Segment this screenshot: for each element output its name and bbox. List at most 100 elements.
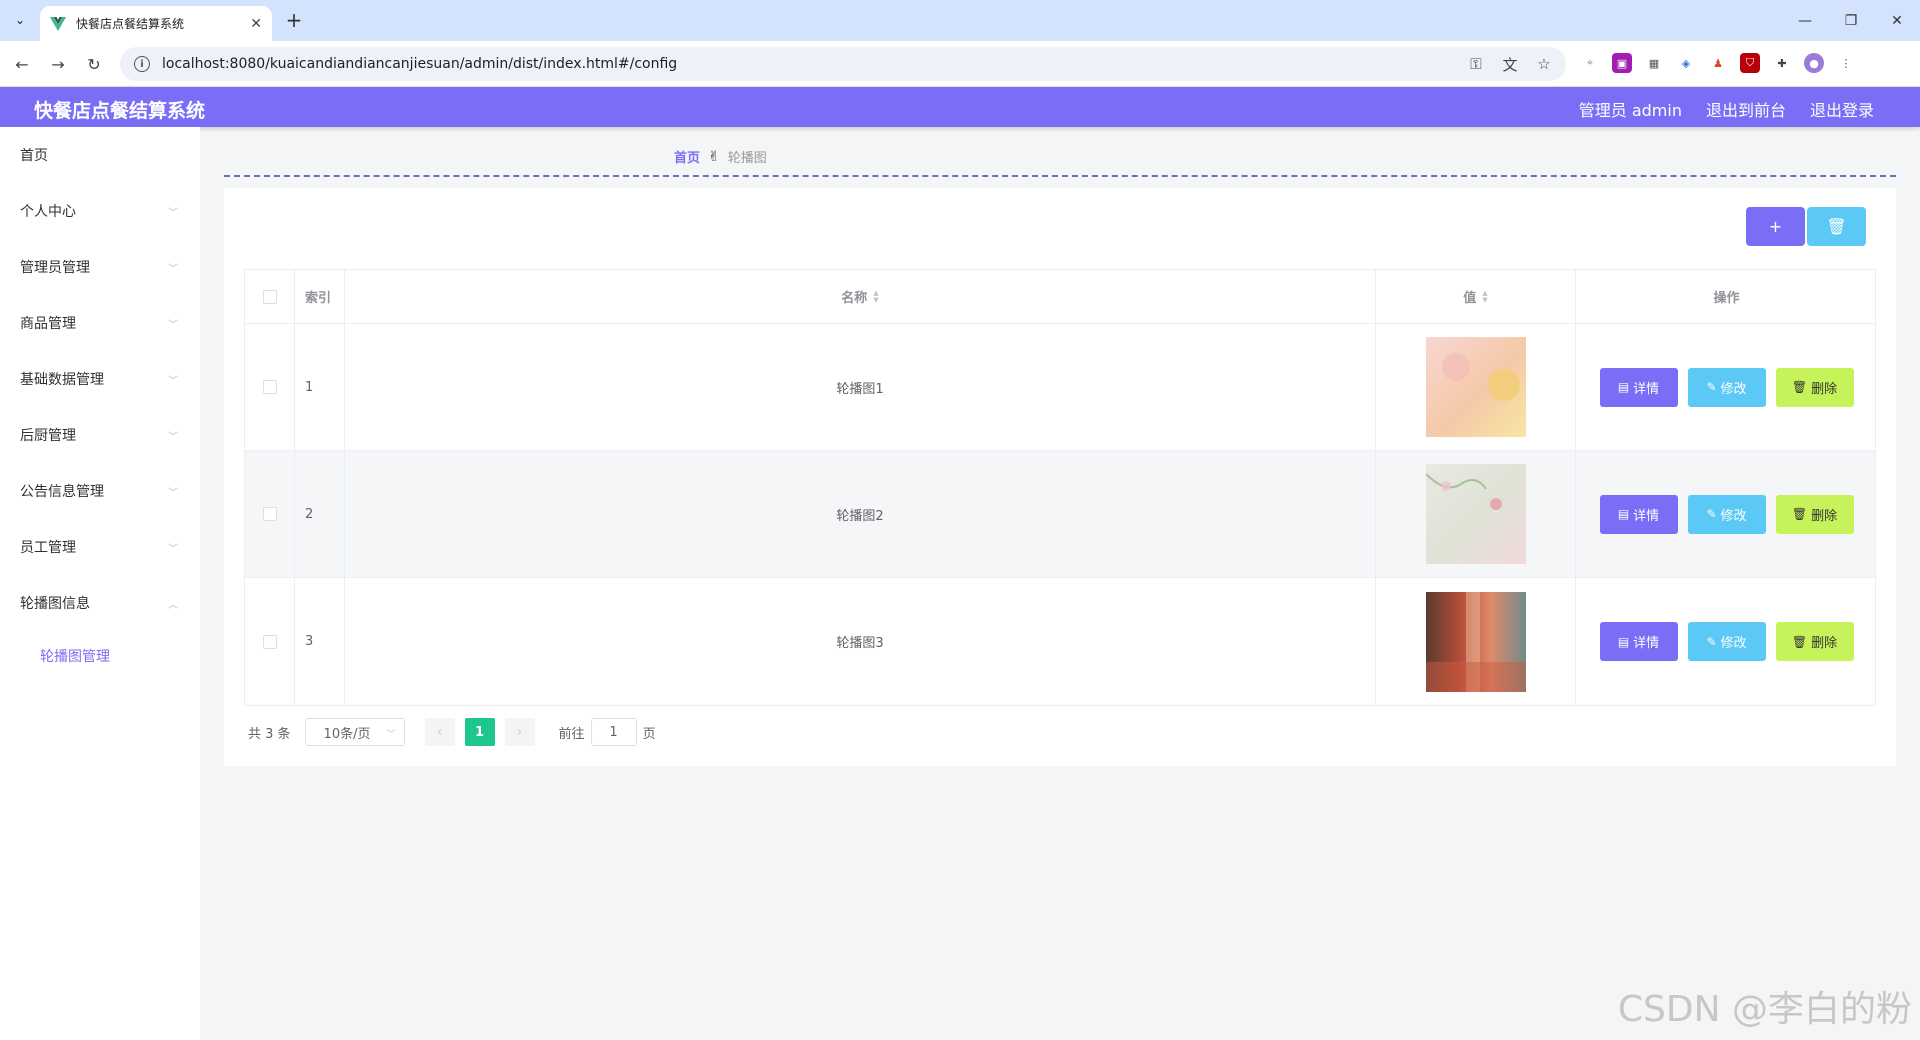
sidebar-item-goods-management[interactable]: 商品管理 ﹀	[0, 295, 200, 351]
extension-shield-icon[interactable]: ⛉	[1740, 53, 1760, 73]
detail-button[interactable]: ▤ 详情	[1599, 494, 1678, 534]
extensions-puzzle-icon[interactable]: ✚	[1772, 53, 1792, 73]
prev-page-button[interactable]: ‹	[424, 718, 455, 746]
tab-title: 快餐店点餐结算系统	[76, 17, 185, 31]
sidebar-item-label: 管理员管理	[20, 260, 90, 276]
detail-button-label: 详情	[1633, 508, 1660, 524]
edit-button-label: 修改	[1720, 508, 1747, 524]
sidebar-item-kitchen-management[interactable]: 后厨管理 ﹀	[0, 407, 200, 463]
delete-button[interactable]: 🗑 删除	[1775, 367, 1854, 407]
key-icon[interactable]: ⚿	[1466, 54, 1486, 74]
tab-search-button[interactable]: ⌄	[8, 8, 32, 32]
extension-gamepad-icon[interactable]: ▦	[1644, 53, 1664, 73]
chevron-down-icon: ﹀	[386, 730, 396, 740]
row-checkbox[interactable]	[262, 380, 277, 394]
plus-icon: +	[1768, 217, 1783, 236]
carousel-thumbnail[interactable]	[1425, 591, 1526, 692]
address-bar[interactable]: i localhost:8080/kuaicandiandiancanjiesu…	[120, 47, 1566, 81]
page-number-active[interactable]: 1	[464, 718, 495, 746]
reload-icon[interactable]: ↻	[82, 52, 106, 76]
chevron-down-icon: ⌄	[14, 13, 26, 27]
sidebar-subitem-carousel-management[interactable]: 轮播图管理	[0, 631, 200, 681]
chevron-down-icon: ﹀	[168, 544, 178, 555]
select-all-checkbox[interactable]	[262, 289, 277, 304]
breadcrumb-divider	[224, 175, 1896, 177]
vue-logo-icon	[50, 16, 66, 31]
row-index: 1	[305, 379, 314, 395]
edit-button[interactable]: ✎ 修改	[1687, 622, 1766, 661]
chevron-down-icon: ﹀	[168, 208, 178, 219]
breadcrumb-current: 轮播图	[727, 151, 767, 166]
edit-button[interactable]: ✎ 修改	[1687, 367, 1766, 407]
row-name: 轮播图1	[836, 381, 884, 397]
close-window-icon[interactable]: ✕	[1874, 0, 1920, 41]
delete-button-label: 删除	[1811, 636, 1838, 651]
watermark: CSDN @李白的粉	[1617, 989, 1912, 1030]
chevron-down-icon: ﹀	[168, 320, 178, 331]
star-icon[interactable]: ☆	[1534, 54, 1554, 74]
browser-tab[interactable]: 快餐店点餐结算系统 ✕	[40, 6, 272, 41]
page-size-value: 10条/页	[323, 726, 371, 742]
new-tab-button[interactable]: +	[282, 8, 306, 32]
sidebar-item-personal-center[interactable]: 个人中心 ﹀	[0, 183, 200, 239]
sort-icon[interactable]: ▲ ▼	[1482, 289, 1487, 304]
profile-avatar-icon[interactable]: ●	[1804, 53, 1824, 73]
sidebar-item-label: 员工管理	[20, 540, 76, 556]
edit-button[interactable]: ✎ 修改	[1687, 494, 1766, 534]
more-menu-icon[interactable]: ⋮	[1836, 53, 1856, 73]
app-title: 快餐店点餐结算系统	[34, 100, 206, 122]
column-header-name[interactable]: 名称 ▲ ▼	[345, 270, 1376, 323]
detail-button[interactable]: ▤ 详情	[1599, 367, 1678, 407]
batch-delete-button[interactable]: 🗑	[1807, 207, 1866, 246]
exit-to-frontend-link[interactable]: 退出到前台	[1706, 97, 1786, 121]
detail-button[interactable]: ▤ 详情	[1599, 622, 1678, 661]
row-checkbox[interactable]	[262, 507, 277, 521]
back-icon[interactable]: ←	[10, 52, 34, 76]
carousel-thumbnail[interactable]	[1425, 337, 1526, 437]
delete-button[interactable]: 🗑 删除	[1775, 622, 1854, 661]
admin-label: 管理员 admin	[1578, 101, 1682, 120]
translate-icon[interactable]: 文	[1500, 54, 1520, 74]
page-size-select[interactable]: 10条/页 ﹀	[304, 718, 405, 746]
edit-button-label: 修改	[1720, 381, 1747, 397]
pagination-total: 共 3 条	[248, 726, 291, 742]
goto-page-input[interactable]: 1	[590, 718, 637, 746]
delete-button[interactable]: 🗑 删除	[1775, 494, 1854, 534]
window-controls: — ❐ ✕	[1782, 0, 1920, 41]
sidebar-item-home[interactable]: 首页	[0, 127, 200, 183]
column-header-name-label: 名称	[841, 291, 868, 306]
sidebar-item-label: 基础数据管理	[20, 372, 104, 388]
extension-layers-icon[interactable]: ◈	[1676, 53, 1696, 73]
carousel-thumbnail[interactable]	[1425, 464, 1526, 564]
logout-link[interactable]: 退出登录	[1810, 97, 1874, 121]
next-page-button[interactable]: ›	[504, 718, 535, 746]
extension-purple-icon[interactable]: ▣	[1612, 53, 1632, 73]
add-button[interactable]: +	[1746, 207, 1805, 246]
data-table: 索引 名称 ▲ ▼ 值 ▲ ▼ 操作 1 轮播图1 ▤ 详情 ✎ 修改 🗑 删除…	[244, 269, 1876, 706]
table-row: 2 轮播图2 ▤ 详情 ✎ 修改 🗑 删除	[245, 451, 1875, 578]
chevron-up-icon: ︿	[168, 600, 178, 611]
extension-cursor-icon[interactable]: ⌖	[1580, 53, 1600, 73]
close-icon[interactable]: ✕	[250, 16, 262, 32]
minimize-icon[interactable]: —	[1782, 0, 1828, 41]
sidebar-item-staff-management[interactable]: 员工管理 ﹀	[0, 519, 200, 575]
restore-icon[interactable]: ❐	[1828, 0, 1874, 41]
forward-icon[interactable]: →	[46, 52, 70, 76]
site-info-icon[interactable]: i	[134, 56, 150, 72]
page-unit-label: 页	[642, 726, 656, 742]
document-icon: ▤	[1617, 634, 1630, 649]
sort-icon[interactable]: ▲ ▼	[873, 289, 878, 304]
column-header-value[interactable]: 值 ▲ ▼	[1376, 270, 1576, 323]
pagination: 共 3 条 10条/页 ﹀ ‹ 1 › 前往 1 页	[248, 718, 656, 746]
sidebar-item-basic-data[interactable]: 基础数据管理 ﹀	[0, 351, 200, 407]
sidebar-item-carousel-info[interactable]: 轮播图信息 ︿	[0, 575, 200, 631]
extension-figure-icon[interactable]: ♟	[1708, 53, 1728, 73]
sidebar-item-notice-management[interactable]: 公告信息管理 ﹀	[0, 463, 200, 519]
breadcrumb-home[interactable]: 首页	[674, 147, 700, 166]
trash-icon: 🗑	[1791, 507, 1808, 521]
chevron-right-icon: ›	[517, 725, 522, 739]
row-checkbox[interactable]	[262, 634, 277, 649]
sidebar-item-label: 轮播图信息	[20, 596, 90, 612]
sidebar-item-label: 商品管理	[20, 316, 76, 332]
sidebar-item-admin-management[interactable]: 管理员管理 ﹀	[0, 239, 200, 295]
